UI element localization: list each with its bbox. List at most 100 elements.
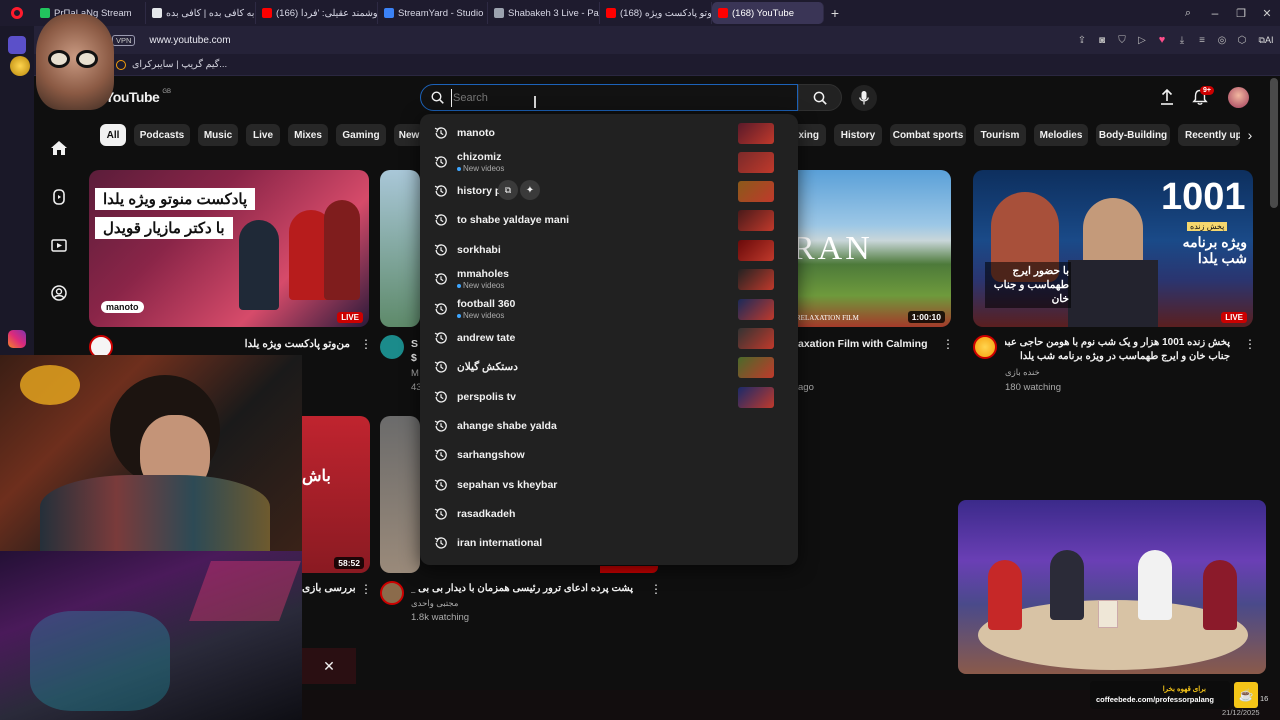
- subscriptions-icon[interactable]: [51, 237, 67, 253]
- voice-search-button[interactable]: [851, 85, 877, 111]
- suggestion-item[interactable]: sorkhabi: [420, 236, 798, 265]
- video-title-iran[interactable]: axation Film with Calming: [798, 338, 928, 350]
- page-scrollbar[interactable]: [1270, 78, 1278, 208]
- tab-streamyard[interactable]: StreamYard - Studio: [378, 2, 488, 24]
- extension-icon[interactable]: ⬡: [1232, 35, 1252, 46]
- close-overlay-button[interactable]: ✕: [302, 648, 356, 684]
- suggestion-item[interactable]: دستکش گیلان: [420, 353, 798, 382]
- shield-icon[interactable]: ⛉: [1112, 35, 1132, 46]
- chip-body-building[interactable]: Body-Building: [1096, 124, 1170, 146]
- video-title-news[interactable]: پشت پرده ادعای ترور رئیسی همزمان با دیدا…: [411, 583, 633, 594]
- chip-tourism[interactable]: Tourism: [974, 124, 1026, 146]
- home-icon[interactable]: [51, 141, 67, 155]
- suggestion-item[interactable]: rasadkadeh: [420, 500, 798, 529]
- chip-podcasts[interactable]: Podcasts: [134, 124, 190, 146]
- video-thumbnail-1001[interactable]: 1001 پخش زنده ویژه برنامه شب یلدا با حضو…: [973, 170, 1253, 327]
- chip-next-icon[interactable]: ›: [1240, 124, 1260, 146]
- history-icon: [434, 507, 448, 521]
- chip-recently-uploaded[interactable]: Recently uploaded: [1178, 124, 1240, 146]
- chip-history[interactable]: History: [834, 124, 882, 146]
- suggestion-item[interactable]: sarhangshow: [420, 441, 798, 470]
- suggestion-item[interactable]: history p: [420, 177, 798, 206]
- video-channel-1001[interactable]: خنده بازی: [1005, 367, 1040, 378]
- video-channel-news[interactable]: مجتبی واحدی: [411, 598, 458, 609]
- bookmark-link[interactable]: گیم گریپ | سایبرکرای...: [132, 59, 227, 70]
- tab-coffeebede[interactable]: ورود به کافی بده | کافی بده: [146, 2, 256, 24]
- suggestion-item[interactable]: iran international: [420, 529, 798, 558]
- share-icon[interactable]: ⇪: [1072, 35, 1092, 46]
- tab-manoto-podcast[interactable]: (168) من‌وتو پادکست ویژه: [600, 2, 712, 24]
- video-thumbnail-manoto[interactable]: پادکست منوتو ویژه یلدا با دکتر مازیار قو…: [89, 170, 369, 327]
- download-icon[interactable]: ⤓: [1172, 35, 1192, 46]
- suggestion-item[interactable]: andrew tate: [420, 324, 798, 353]
- chip-live[interactable]: Live: [246, 124, 280, 146]
- chip-mixes[interactable]: Mixes: [288, 124, 328, 146]
- video-thumbnail-football[interactable]: باش 58:52: [300, 416, 370, 573]
- suggestion-item[interactable]: sepahan vs kheybar: [420, 471, 798, 500]
- suggestion-item[interactable]: manoto: [420, 119, 798, 148]
- video-title-1001-b[interactable]: جناب خان و ایرج طهماسب در ویژه برنامه شب…: [1005, 351, 1230, 362]
- sidebar-app-icon[interactable]: [8, 36, 26, 54]
- ai-icon[interactable]: ⧉AI: [1252, 35, 1280, 46]
- new-tab-button[interactable]: +: [824, 2, 846, 24]
- tab-youtube-active[interactable]: (168) YouTube: [712, 2, 824, 24]
- tab-shabakeh3[interactable]: Shabakeh 3 Live - Parsa TV: [488, 2, 600, 24]
- video-title-2[interactable]: S: [411, 338, 418, 350]
- channel-avatar-news[interactable]: [380, 581, 404, 605]
- suggestion-item[interactable]: mmaholes New videos: [420, 265, 798, 294]
- ai-sparkle-icon[interactable]: ✦: [520, 180, 540, 200]
- video-title-football[interactable]: بررسی بازی: [302, 582, 356, 594]
- video-menu-icon[interactable]: ⋮: [360, 337, 372, 351]
- suggestion-item[interactable]: to shabe yaldaye mani: [420, 206, 798, 235]
- search-button[interactable]: [798, 84, 842, 111]
- video-thumbnail-clouds[interactable]: [380, 170, 420, 327]
- minimize-icon[interactable]: –: [1202, 6, 1228, 20]
- chip-gaming[interactable]: Gaming: [336, 124, 386, 146]
- suggestion-thumbnail: [738, 210, 774, 231]
- camera-icon[interactable]: ◙: [1092, 35, 1112, 46]
- play-icon[interactable]: ▷: [1132, 35, 1152, 46]
- suggestion-thumbnail: [738, 357, 774, 378]
- search-input[interactable]: [451, 89, 781, 107]
- video-thumbnail-iran[interactable]: RAN RELAXATION FILM 1:00:10: [790, 170, 951, 327]
- maximize-icon[interactable]: ❐: [1228, 7, 1254, 20]
- search-box[interactable]: [420, 84, 798, 111]
- shorts-icon[interactable]: [51, 189, 67, 205]
- channel-avatar-2[interactable]: [380, 335, 404, 359]
- channel-avatar-1001[interactable]: [973, 335, 997, 359]
- chip-melodies[interactable]: Melodies: [1034, 124, 1088, 146]
- upload-icon[interactable]: [1160, 88, 1174, 105]
- close-window-icon[interactable]: ✕: [1254, 7, 1280, 20]
- video-thumbnail-news[interactable]: [380, 416, 420, 573]
- video-title-1001-a[interactable]: پخش زنده 1001 هزار و یک شب نوم با هومن ح…: [1005, 337, 1230, 348]
- video-menu-icon[interactable]: ⋮: [360, 582, 372, 596]
- video-menu-icon[interactable]: ⋮: [942, 337, 954, 351]
- video-title-manoto[interactable]: من‌وتو پادکست ویژه یلدا: [120, 338, 350, 350]
- chip-combat-sports[interactable]: Combat sports: [890, 124, 966, 146]
- browser-tab-bar: PrПаLaNg Stream ورود به کافی بده | کافی …: [0, 0, 1280, 26]
- suggestion-item[interactable]: ahange shabe yalda: [420, 412, 798, 441]
- profile-icon[interactable]: ◎: [1212, 35, 1232, 46]
- chip-all[interactable]: All: [100, 124, 126, 146]
- video-menu-icon[interactable]: ⋮: [1244, 337, 1256, 351]
- instagram-icon[interactable]: [8, 330, 26, 348]
- menu-icon[interactable]: ≡: [1192, 35, 1212, 46]
- chip-music[interactable]: Music: [198, 124, 238, 146]
- suggestion-item[interactable]: perspolis tv: [420, 383, 798, 412]
- video-menu-icon[interactable]: ⋮: [650, 582, 662, 596]
- opera-logo[interactable]: [0, 0, 34, 26]
- tab-search-icon[interactable]: ⌕: [1174, 7, 1202, 20]
- live-badge: LIVE: [1221, 312, 1247, 323]
- url-field[interactable]: www.youtube.com: [149, 35, 230, 46]
- notification-badge: 9+: [1200, 86, 1214, 95]
- account-avatar[interactable]: [1228, 87, 1249, 108]
- tab-favicon: [262, 8, 272, 18]
- suggestion-text: mmaholes: [457, 268, 509, 280]
- heart-icon[interactable]: ♥: [1152, 34, 1172, 46]
- suggestion-item[interactable]: football 360 New videos: [420, 295, 798, 324]
- vpn-badge[interactable]: VPN: [112, 34, 136, 46]
- you-icon[interactable]: [51, 285, 67, 301]
- suggestion-item[interactable]: chizomiz New videos: [420, 148, 798, 177]
- tab-youtube-aghili[interactable]: (166) هوشمند عقیلی: 'فردا: [256, 2, 378, 24]
- copy-icon[interactable]: ⧉: [498, 180, 518, 200]
